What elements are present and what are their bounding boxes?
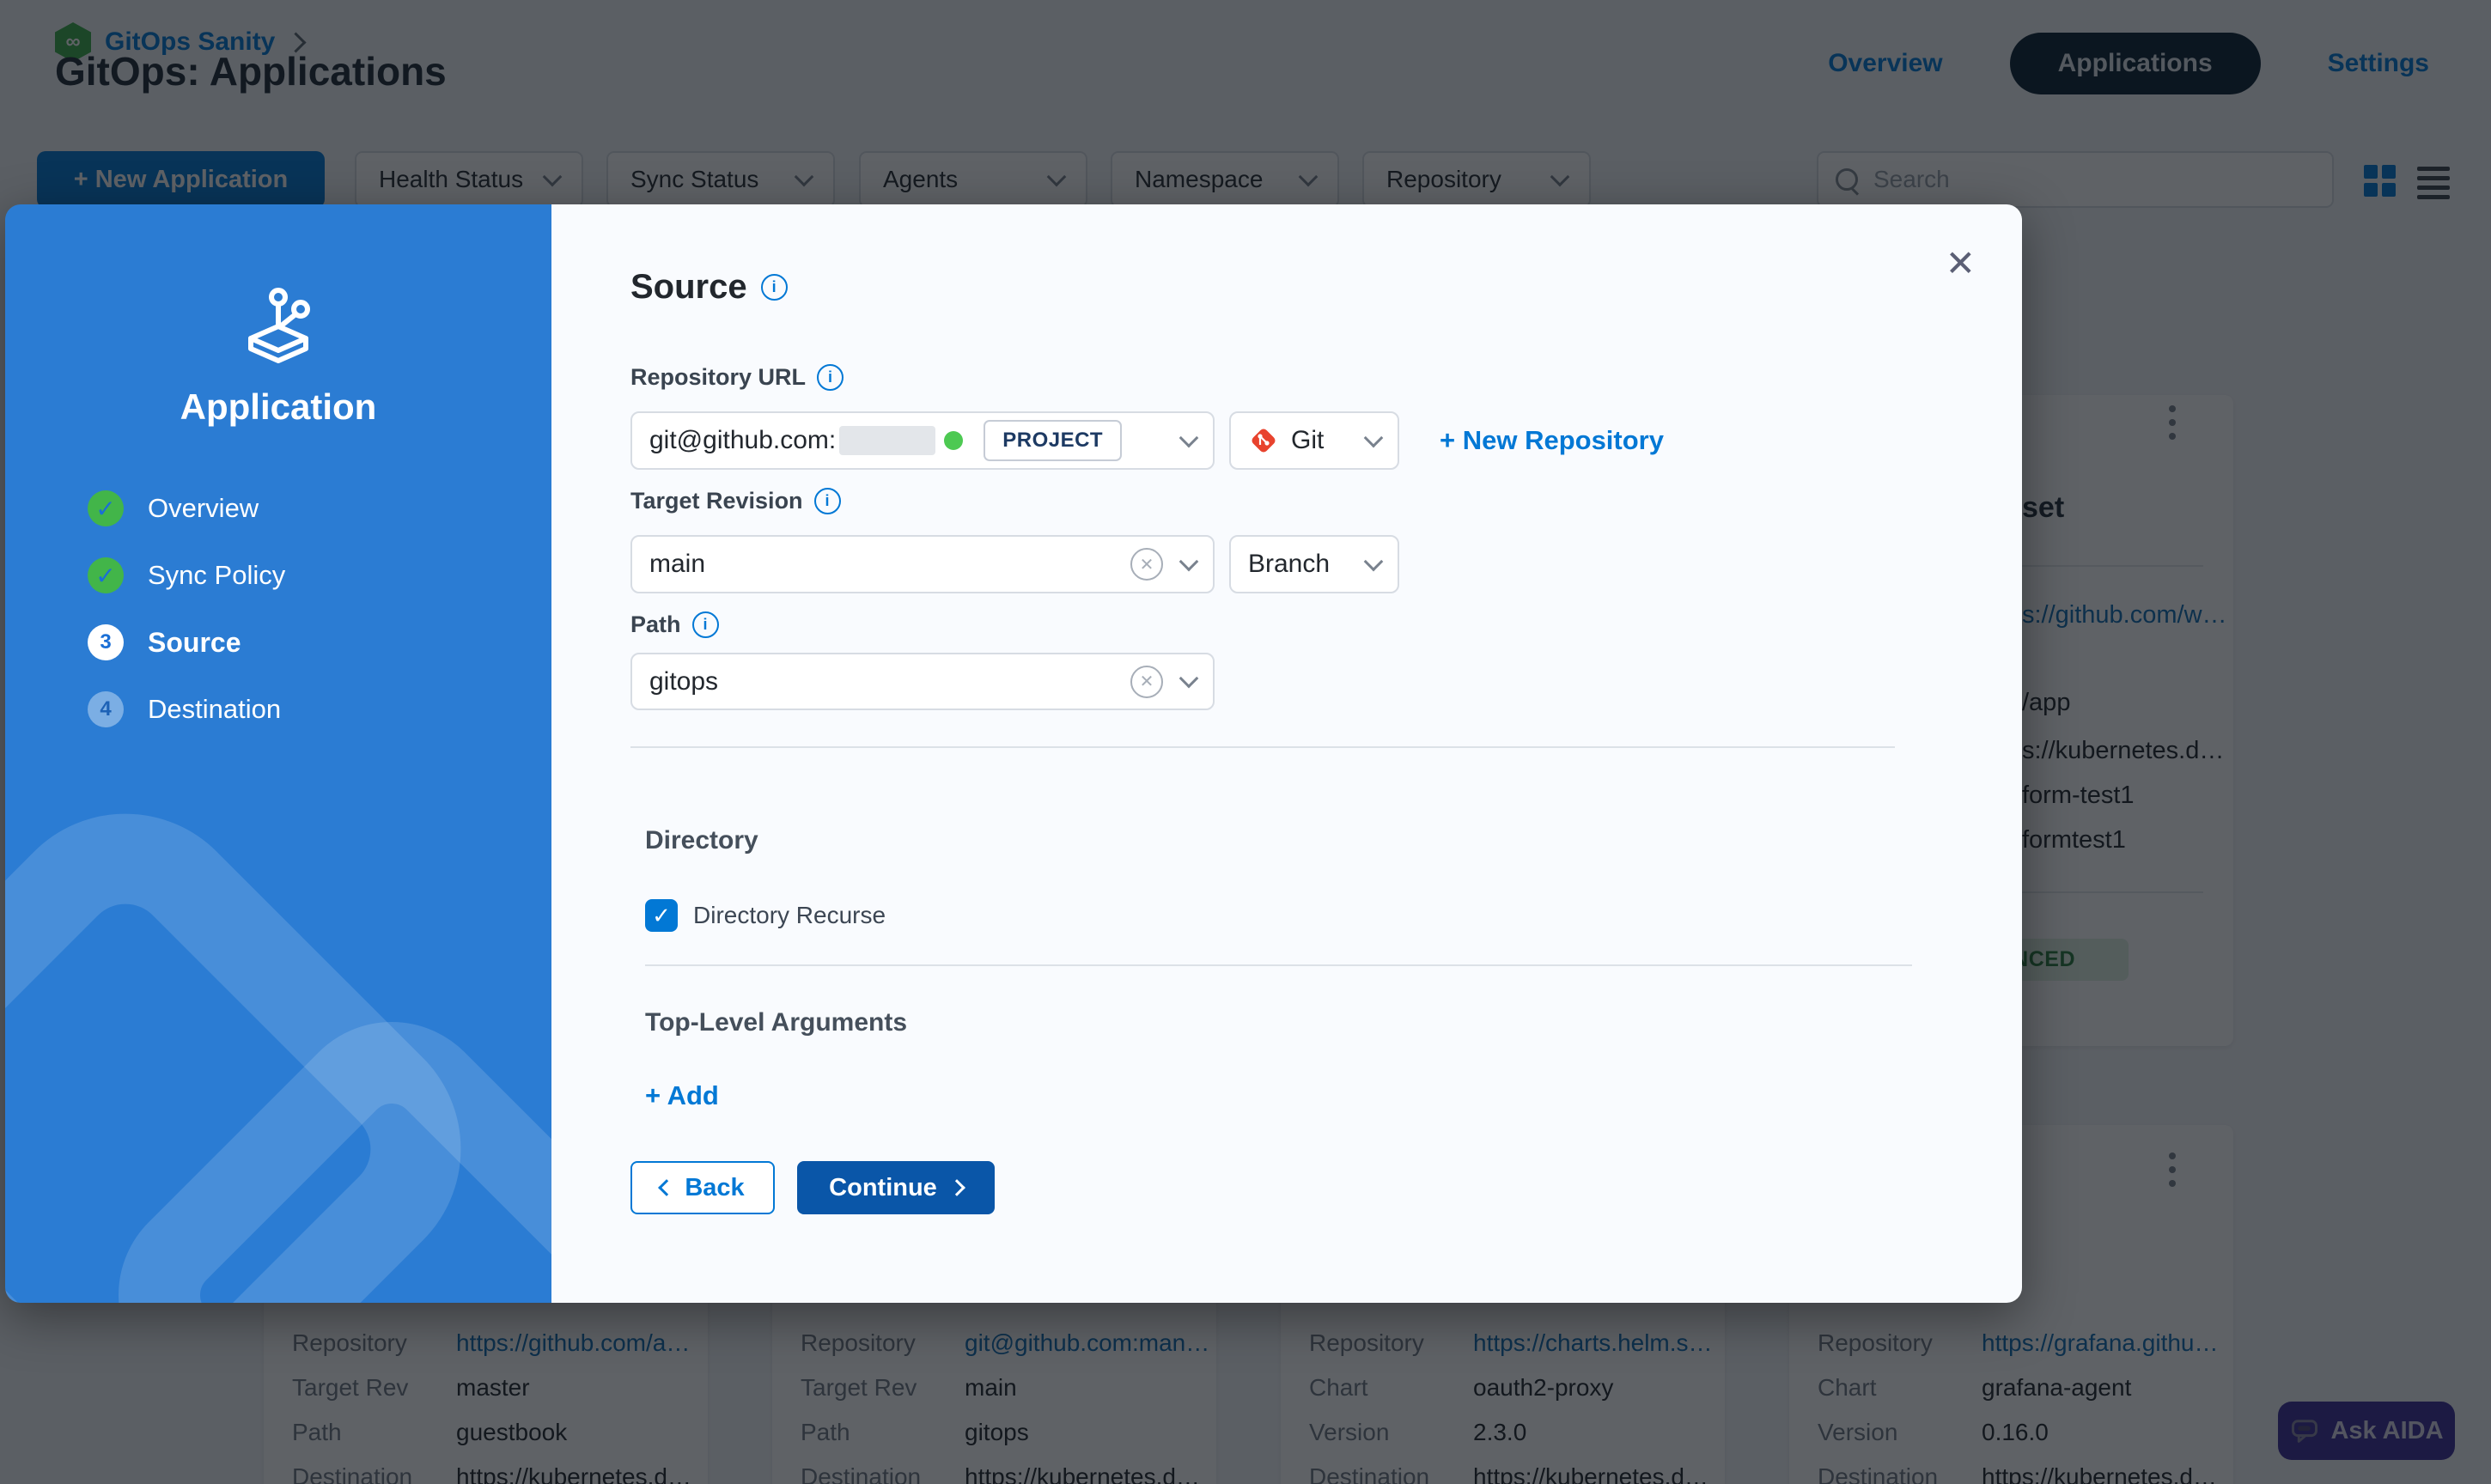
- path-label: Path: [630, 611, 719, 638]
- target-revision-input[interactable]: main: [630, 535, 1215, 593]
- back-button[interactable]: Back: [630, 1161, 775, 1214]
- clear-icon[interactable]: [1130, 666, 1163, 698]
- step-number: 4: [88, 691, 124, 727]
- step-overview[interactable]: Overview: [88, 490, 285, 526]
- chevron-left-icon: [658, 1179, 675, 1196]
- step-sync-policy[interactable]: Sync Policy: [88, 557, 285, 593]
- repo-type-select[interactable]: Git: [1229, 411, 1399, 470]
- git-icon: [1248, 425, 1279, 456]
- top-level-arguments-heading: Top-Level Arguments: [645, 1008, 907, 1037]
- chevron-down-icon: [1179, 551, 1199, 571]
- directory-heading: Directory: [645, 826, 758, 855]
- add-argument-link[interactable]: + Add: [645, 1080, 719, 1111]
- chevron-down-icon: [1179, 669, 1199, 689]
- wizard-steps: Overview Sync Policy 3 Source 4 Destinat…: [88, 490, 285, 727]
- redacted-text: [839, 426, 935, 455]
- repository-url-input[interactable]: git@github.com: PROJECT: [630, 411, 1215, 470]
- chevron-down-icon: [1179, 428, 1199, 447]
- checkbox-checked-icon[interactable]: [645, 899, 678, 932]
- chevron-down-icon: [1364, 428, 1384, 447]
- info-icon[interactable]: [761, 274, 788, 301]
- directory-recurse-checkbox-row[interactable]: Directory Recurse: [645, 899, 886, 932]
- chevron-down-icon: [1364, 551, 1384, 571]
- repository-url-label: Repository URL: [630, 364, 844, 391]
- check-icon: [88, 557, 124, 593]
- source-heading: Source: [630, 268, 788, 307]
- section-divider: [645, 964, 1912, 966]
- wizard-title: Application: [5, 386, 551, 428]
- info-icon[interactable]: [814, 488, 841, 514]
- path-input[interactable]: gitops: [630, 653, 1215, 710]
- source-step-panel: ✕ Source Repository URL git@github.com: …: [551, 204, 2022, 1303]
- section-divider: [630, 746, 1895, 748]
- check-icon: [88, 490, 124, 526]
- new-application-wizard-modal: Application Overview Sync Policy 3 Sourc…: [5, 204, 2022, 1303]
- connected-status-dot: [944, 431, 963, 450]
- info-icon[interactable]: [692, 611, 719, 638]
- continue-button[interactable]: Continue: [797, 1161, 995, 1214]
- target-revision-label: Target Revision: [630, 488, 841, 514]
- wizard-sidebar: Application Overview Sync Policy 3 Sourc…: [5, 204, 551, 1303]
- chevron-right-icon: [948, 1179, 965, 1196]
- step-source[interactable]: 3 Source: [88, 624, 285, 660]
- application-icon: [237, 287, 320, 373]
- new-repository-link[interactable]: + New Repository: [1440, 425, 1664, 456]
- step-destination[interactable]: 4 Destination: [88, 691, 285, 727]
- project-scope-badge: PROJECT: [984, 420, 1122, 461]
- info-icon[interactable]: [817, 364, 844, 391]
- clear-icon[interactable]: [1130, 548, 1163, 581]
- revision-type-select[interactable]: Branch: [1229, 535, 1399, 593]
- step-number: 3: [88, 624, 124, 660]
- close-icon[interactable]: ✕: [1946, 246, 1976, 282]
